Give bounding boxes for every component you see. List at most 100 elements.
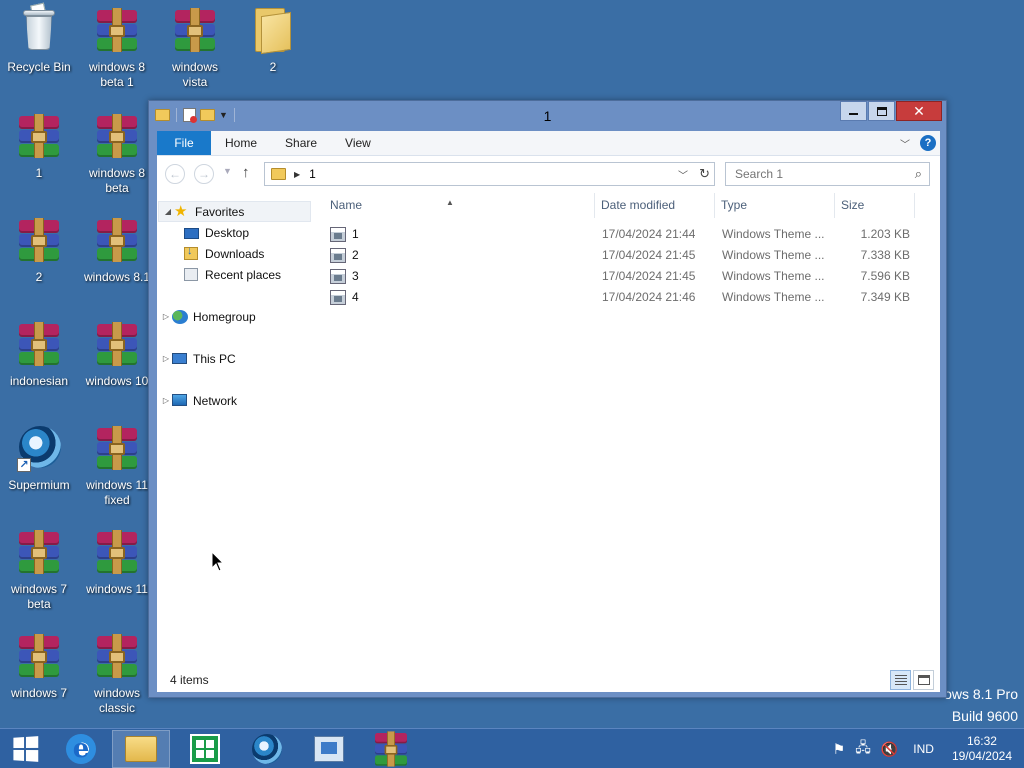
- file-name: 3: [352, 269, 359, 283]
- collapse-chevron-icon[interactable]: ◢: [162, 207, 174, 216]
- back-button[interactable]: ←: [165, 164, 185, 184]
- help-icon[interactable]: ?: [920, 135, 936, 151]
- desktop-icon-windows-8-1[interactable]: windows 8.1: [80, 216, 154, 285]
- file-type: Windows Theme ...: [722, 227, 825, 241]
- nav-item-network[interactable]: ▷ Network: [157, 390, 237, 411]
- file-row[interactable]: 1 17/04/2024 21:44 Windows Theme ... 1.2…: [324, 224, 924, 245]
- tab-file[interactable]: File: [157, 131, 211, 155]
- os-watermark: ows 8.1 Pro Build 9600: [944, 686, 1018, 724]
- desktop-icon-archive-1[interactable]: 1: [2, 112, 76, 181]
- desktop-icon-windows-7-beta[interactable]: windows 7 beta: [2, 528, 76, 612]
- clock-time: 16:32: [966, 734, 997, 748]
- minimize-button[interactable]: [840, 101, 867, 121]
- expand-ribbon-chevron-icon[interactable]: ﹀: [900, 136, 910, 151]
- address-bar[interactable]: ▶ 1 ﹀ ↻: [264, 162, 715, 186]
- forward-button[interactable]: →: [194, 164, 214, 184]
- address-history-chevron-icon[interactable]: ﹀: [678, 167, 688, 182]
- refresh-icon[interactable]: ↻: [699, 166, 710, 182]
- nav-item-downloads[interactable]: Downloads: [169, 243, 264, 264]
- watermark-edition: ows 8.1 Pro: [944, 686, 1018, 702]
- winrar-archive-icon: [15, 216, 63, 264]
- expand-chevron-icon[interactable]: ▷: [160, 396, 172, 405]
- large-icons-view-button[interactable]: [913, 670, 934, 690]
- nav-item-recent-places[interactable]: Recent places: [169, 264, 281, 285]
- theme-file-icon: [330, 269, 346, 284]
- column-header-type[interactable]: Type: [715, 193, 835, 218]
- back-arrow-icon: ←: [169, 167, 181, 181]
- action-center-flag-icon[interactable]: ⚑: [833, 741, 846, 758]
- taskbar-supermium[interactable]: [238, 730, 296, 768]
- system-clock[interactable]: 16:32 19/04/2024: [952, 734, 1012, 764]
- desktop-icon-indonesian[interactable]: indonesian: [2, 320, 76, 389]
- desktop-icon-windows-vista[interactable]: windows vista: [158, 6, 232, 90]
- search-icon[interactable]: ⌕: [915, 166, 922, 182]
- folder-icon: [271, 168, 286, 180]
- desktop-icon-label: windows vista: [171, 60, 219, 89]
- desktop-icon-label: 2: [269, 60, 277, 74]
- file-type: Windows Theme ...: [722, 248, 825, 262]
- desktop-icon-windows-11-fixed[interactable]: windows 11 fixed: [80, 424, 154, 508]
- taskbar-internet-explorer[interactable]: e: [52, 730, 110, 768]
- search-box[interactable]: ⌕: [725, 162, 930, 186]
- desktop-icon-windows-7[interactable]: windows 7: [2, 632, 76, 701]
- up-button[interactable]: ↑: [242, 164, 250, 181]
- expand-chevron-icon[interactable]: ▷: [160, 312, 172, 321]
- winrar-archive-icon: [93, 6, 141, 54]
- nav-item-desktop[interactable]: Desktop: [169, 222, 249, 243]
- input-language-indicator[interactable]: IND: [913, 742, 934, 756]
- title-bar[interactable]: ▼ 1 ✕: [149, 101, 946, 131]
- nav-item-label: Homegroup: [193, 309, 256, 324]
- column-header-size[interactable]: Size: [835, 193, 915, 218]
- column-header-name[interactable]: Name ▲: [324, 193, 595, 218]
- file-row[interactable]: 3 17/04/2024 21:45 Windows Theme ... 7.5…: [324, 266, 924, 287]
- desktop-icon-folder-2[interactable]: 2: [236, 6, 310, 75]
- desktop-icon-windows-11[interactable]: windows 11: [80, 528, 154, 597]
- taskbar-file-explorer[interactable]: [112, 730, 170, 768]
- desktop-icon-label: windows 10: [85, 374, 149, 388]
- taskbar-remote-desktop[interactable]: [300, 730, 358, 768]
- search-input[interactable]: [726, 163, 896, 185]
- file-size: 7.349 KB: [860, 290, 910, 304]
- desktop-icon-label: windows 8 beta 1: [88, 60, 146, 89]
- notification-area: ⚑ 🖧 🔇 IND 16:32 19/04/2024: [828, 729, 1024, 768]
- breadcrumb-separator-icon[interactable]: ▶: [294, 170, 300, 179]
- column-header-date-modified[interactable]: Date modified: [595, 193, 715, 218]
- desktop-icon-recycle-bin[interactable]: Recycle Bin: [2, 2, 76, 75]
- close-button[interactable]: ✕: [896, 101, 942, 121]
- desktop-icon-windows-8-beta[interactable]: windows 8 beta: [80, 112, 154, 196]
- nav-item-label: Desktop: [205, 225, 250, 240]
- shortcut-arrow-icon: ↗: [17, 458, 31, 472]
- recent-locations-chevron-icon[interactable]: ▼: [223, 166, 232, 176]
- nav-item-homegroup[interactable]: ▷ Homegroup: [157, 306, 256, 327]
- taskbar-store[interactable]: [176, 730, 234, 768]
- computer-icon: [172, 352, 188, 366]
- desktop-icon-windows-8-beta-1[interactable]: windows 8 beta 1: [80, 6, 154, 90]
- file-row[interactable]: 2 17/04/2024 21:45 Windows Theme ... 7.3…: [324, 245, 924, 266]
- expand-chevron-icon[interactable]: ▷: [160, 354, 172, 363]
- close-icon: ✕: [913, 102, 925, 119]
- large-icons-view-icon: [917, 675, 930, 685]
- nav-item-this-pc[interactable]: ▷ This PC: [157, 348, 236, 369]
- watermark-build: Build 9600: [951, 708, 1018, 724]
- tab-home[interactable]: Home: [211, 131, 271, 155]
- tab-view[interactable]: View: [331, 131, 385, 155]
- desktop-icon-supermium[interactable]: ↗ Supermium: [2, 424, 76, 493]
- network-status-icon[interactable]: 🖧: [855, 737, 871, 761]
- desktop-icon-archive-2[interactable]: 2: [2, 216, 76, 285]
- desktop-icon-windows-10[interactable]: windows 10: [80, 320, 154, 389]
- star-icon: ★: [174, 202, 188, 220]
- file-row[interactable]: 4 17/04/2024 21:46 Windows Theme ... 7.3…: [324, 287, 924, 308]
- details-view-button[interactable]: [890, 670, 911, 690]
- breadcrumb-path[interactable]: 1: [309, 167, 316, 181]
- maximize-button[interactable]: [868, 101, 895, 121]
- volume-muted-icon[interactable]: 🔇: [881, 741, 898, 758]
- desktop-icon-label: windows 8.1: [83, 270, 151, 284]
- taskbar-winrar[interactable]: [362, 730, 420, 768]
- desktop-icon-windows-classic[interactable]: windows classic: [80, 632, 154, 716]
- theme-file-icon: [330, 290, 346, 305]
- tab-share[interactable]: Share: [271, 131, 331, 155]
- file-size: 7.338 KB: [860, 248, 910, 262]
- nav-item-favorites[interactable]: ◢ ★ Favorites: [158, 201, 311, 222]
- start-button[interactable]: [0, 729, 50, 768]
- winrar-archive-icon: [171, 6, 219, 54]
